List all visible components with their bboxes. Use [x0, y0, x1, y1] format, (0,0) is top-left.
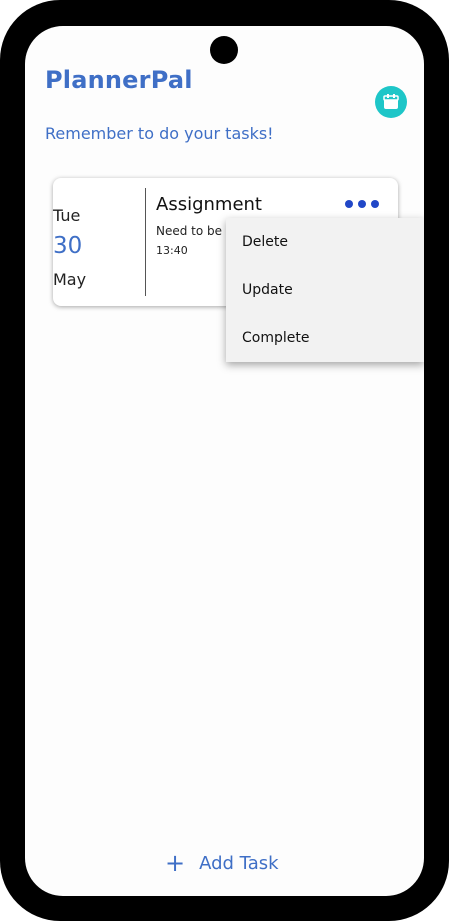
task-options-menu: Delete Update Complete: [226, 218, 424, 362]
date-divider: [145, 188, 146, 296]
app-screen: PlannerPal Remember to do your tasks! Tu…: [25, 26, 424, 896]
more-options-icon[interactable]: [345, 196, 379, 212]
task-time: 13:40: [156, 244, 188, 257]
more-dot: [371, 200, 379, 208]
subtitle: Remember to do your tasks!: [45, 124, 274, 143]
menu-item-complete[interactable]: Complete: [226, 314, 424, 362]
more-dot: [358, 200, 366, 208]
app-title: PlannerPal: [45, 66, 193, 94]
calendar-button[interactable]: [375, 86, 407, 118]
front-camera: [210, 36, 238, 64]
task-month: May: [53, 270, 87, 289]
phone-frame: PlannerPal Remember to do your tasks! Tu…: [0, 0, 449, 921]
task-weekday: Tue: [53, 206, 81, 225]
add-task-label: Add Task: [199, 852, 279, 874]
add-task-button[interactable]: + Add Task: [165, 848, 279, 878]
calendar-icon: [383, 94, 399, 109]
more-dot: [345, 200, 353, 208]
task-day: 30: [53, 233, 83, 259]
menu-item-update[interactable]: Update: [226, 266, 424, 314]
task-title: Assignment: [156, 194, 262, 215]
menu-item-delete[interactable]: Delete: [226, 218, 424, 266]
plus-icon: +: [165, 849, 186, 877]
